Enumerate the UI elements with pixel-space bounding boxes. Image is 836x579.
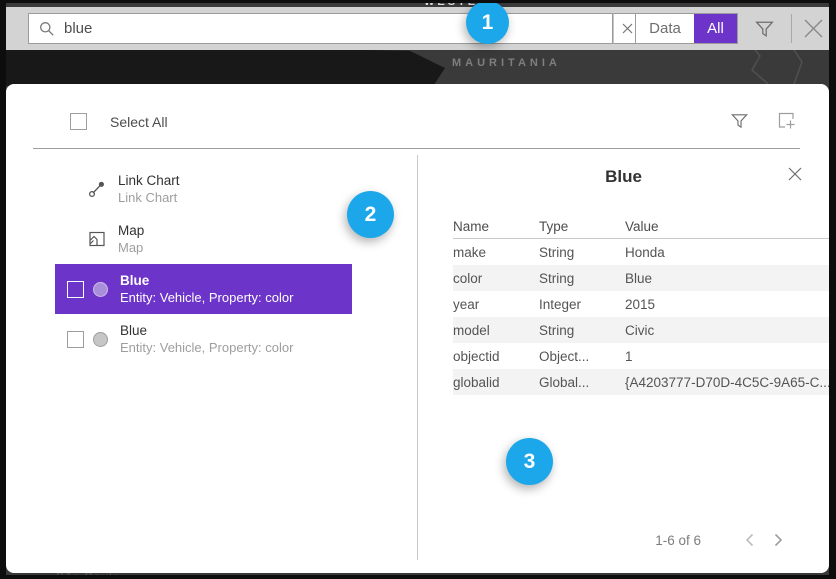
map-icon [88, 230, 106, 248]
cell-type: Global... [539, 369, 625, 395]
result-list: Link Chart Link Chart Map Map [55, 164, 352, 364]
cell-value: Civic [625, 317, 835, 343]
add-to-selection-button[interactable] [776, 110, 797, 136]
cell-name: model [453, 317, 539, 343]
table-row: globalid Global... {A4203777-D70D-4C5C-9… [453, 369, 835, 395]
result-subtitle: Entity: Vehicle, Property: color [120, 289, 293, 306]
callout-badge-2: 2 [347, 191, 394, 238]
cell-value: Honda [625, 239, 835, 265]
pagination-label: 1-6 of 6 [655, 533, 701, 548]
map-label-mauritania: MAURITANIA [452, 57, 561, 69]
result-item-blue[interactable]: Blue Entity: Vehicle, Property: color [55, 314, 352, 364]
result-item-blue-selected[interactable]: Blue Entity: Vehicle, Property: color [55, 264, 352, 314]
column-header: Value [625, 215, 835, 238]
cell-name: objectid [453, 343, 539, 369]
map-border-lines [690, 44, 830, 84]
frame-border [829, 0, 836, 579]
result-subtitle: Entity: Vehicle, Property: color [120, 339, 293, 356]
cell-value: 1 [625, 343, 835, 369]
scope-all-button[interactable]: All [694, 14, 737, 43]
cell-type: String [539, 239, 625, 265]
cell-name: color [453, 265, 539, 291]
scope-data-button[interactable]: Data [636, 14, 694, 43]
entity-circle-icon [93, 332, 108, 347]
table-row: color String Blue [453, 265, 835, 291]
cell-type: Integer [539, 291, 625, 317]
cell-name: make [453, 239, 539, 265]
cell-value: 2015 [625, 291, 835, 317]
result-checkbox[interactable] [67, 281, 84, 298]
select-all-checkbox[interactable] [70, 113, 87, 130]
screenshot-root: WESTERN MAURITANIA São Paulo Data All [0, 0, 836, 579]
result-subtitle: Link Chart [118, 189, 180, 206]
callout-badge-3: 3 [506, 438, 553, 485]
map-landmass-shape [150, 46, 445, 86]
previous-page-button[interactable] [735, 529, 764, 551]
entity-circle-icon [93, 282, 108, 297]
frame-border [0, 0, 6, 579]
pagination: 1-6 of 6 [655, 529, 793, 551]
link-chart-icon [88, 180, 106, 198]
cell-value: Blue [625, 265, 835, 291]
detail-close-button[interactable] [787, 166, 803, 187]
close-search-button[interactable] [802, 17, 825, 45]
result-title: Map [118, 222, 144, 239]
scope-toggle: Data All [635, 13, 738, 44]
add-square-icon [776, 118, 797, 135]
close-icon [802, 27, 825, 44]
chevron-right-icon [774, 533, 783, 547]
filter-funnel-icon [730, 117, 749, 134]
result-title: Blue [120, 272, 293, 289]
cell-type: String [539, 317, 625, 343]
search-input[interactable] [64, 14, 612, 43]
table-row: model String Civic [453, 317, 835, 343]
select-all-label: Select All [110, 114, 168, 130]
result-subtitle: Map [118, 239, 144, 256]
chevron-left-icon [745, 533, 754, 547]
results-filter-button[interactable] [730, 111, 749, 135]
column-header: Type [539, 215, 625, 238]
search-icon [39, 21, 55, 37]
clear-search-icon [622, 23, 633, 34]
detail-pane: Blue Name Type Value make [418, 155, 829, 573]
result-item-map[interactable]: Map Map [55, 214, 352, 264]
frame-border [0, 575, 836, 579]
result-title: Blue [120, 322, 293, 339]
search-toolbar: Data All [6, 7, 829, 50]
table-row: objectid Object... 1 [453, 343, 835, 369]
cell-value: {A4203777-D70D-4C5C-9A65-C... [625, 369, 835, 395]
search-box [28, 13, 613, 44]
toolbar-filter-button[interactable] [754, 18, 775, 44]
result-title: Link Chart [118, 172, 180, 189]
table-row: year Integer 2015 [453, 291, 835, 317]
results-panel: Select All [6, 84, 829, 573]
detail-title: Blue [418, 167, 829, 187]
frame-border [0, 0, 836, 3]
table-row: make String Honda [453, 239, 835, 265]
properties-table: Name Type Value make String Honda color … [453, 215, 835, 395]
close-icon [787, 169, 803, 186]
cell-name: year [453, 291, 539, 317]
panel-header-divider [33, 148, 800, 149]
table-header-row: Name Type Value [453, 215, 835, 239]
toolbar-divider [791, 14, 792, 43]
next-page-button[interactable] [764, 529, 793, 551]
map-landmass-shape [0, 44, 150, 86]
callout-badge-1: 1 [466, 1, 509, 44]
cell-type: Object... [539, 343, 625, 369]
result-checkbox[interactable] [67, 331, 84, 348]
column-header: Name [453, 215, 539, 238]
filter-funnel-icon [754, 26, 775, 43]
cell-name: globalid [453, 369, 539, 395]
result-item-link-chart[interactable]: Link Chart Link Chart [55, 164, 352, 214]
cell-type: String [539, 265, 625, 291]
